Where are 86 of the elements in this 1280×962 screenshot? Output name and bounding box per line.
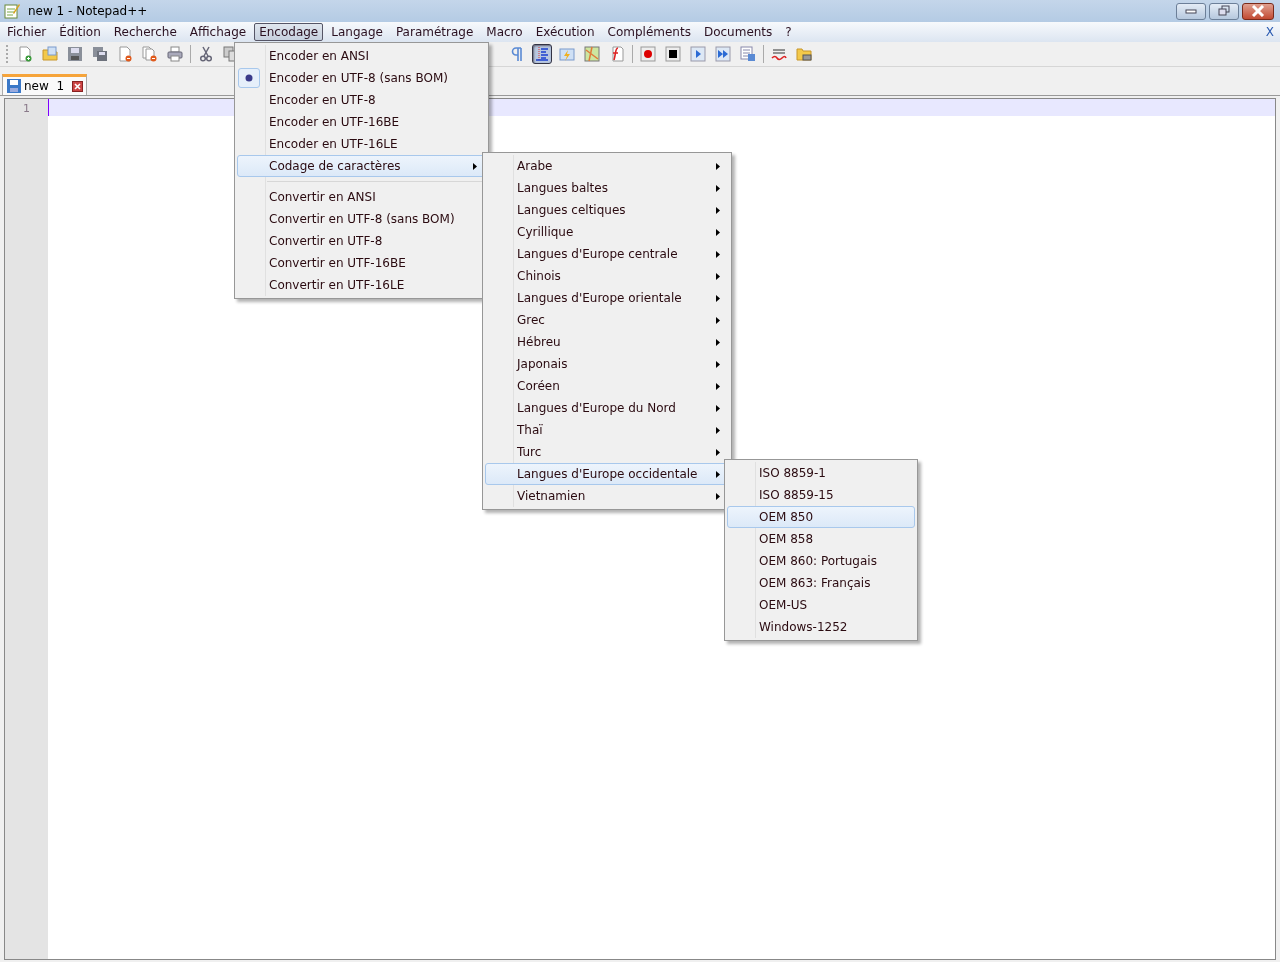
menu-item[interactable]: Convertir en UTF-16LE [237, 274, 486, 296]
submenu-arrow-icon [716, 272, 720, 280]
close-button[interactable] [1242, 2, 1274, 20]
radio-bullet-icon [238, 68, 260, 88]
menu-item[interactable]: Exécution [530, 23, 600, 41]
submenu-arrow-icon [716, 448, 720, 456]
menu-item[interactable]: Coréen [485, 375, 729, 397]
menu-item[interactable]: ? [780, 23, 797, 41]
submenu-arrow-icon [716, 492, 720, 500]
text-cursor [48, 99, 49, 116]
menu-item[interactable]: Turc [485, 441, 729, 463]
menu-item[interactable]: Thaï [485, 419, 729, 441]
menu-item[interactable]: Encoder en UTF-16LE [237, 133, 486, 155]
toolbar-grip[interactable] [6, 45, 10, 63]
submenu-arrow-icon [716, 206, 720, 214]
menu-item[interactable]: ISO 8859-15 [727, 484, 915, 506]
menu-item[interactable]: Convertir en ANSI [237, 186, 486, 208]
fast-forward-icon[interactable] [713, 44, 733, 64]
word-wrap-icon[interactable] [532, 44, 552, 64]
menu-item[interactable]: Affichage [184, 23, 252, 41]
floppy-disks-icon[interactable] [90, 44, 110, 64]
menu-item[interactable]: Encoder en UTF-8 (sans BOM) [237, 67, 486, 89]
submenu-arrow-icon [716, 360, 720, 368]
menu-item[interactable]: OEM 860: Portugais [727, 550, 915, 572]
restore-button[interactable] [1209, 2, 1239, 20]
submenu-arrow-icon [716, 294, 720, 302]
submenu-arrow-icon [473, 162, 477, 170]
menu-item[interactable]: Langues d'Europe du Nord [485, 397, 729, 419]
menu-item[interactable]: Langues baltes [485, 177, 729, 199]
line-number: 1 [22, 101, 31, 116]
menu-item[interactable]: OEM-US [727, 594, 915, 616]
menu-item[interactable]: Langues d'Europe orientale [485, 287, 729, 309]
menu-item[interactable]: OEM 850 [727, 506, 915, 528]
menu-item[interactable]: Langage [326, 23, 388, 41]
menu-item[interactable]: Hébreu [485, 331, 729, 353]
menu-item[interactable]: Convertir en UTF-8 (sans BOM) [237, 208, 486, 230]
menu-item[interactable]: Japonais [485, 353, 729, 375]
menu-item[interactable]: Encoder en ANSI [237, 45, 486, 67]
tab-label: new 1 [24, 79, 65, 93]
record-icon[interactable] [638, 44, 658, 64]
menu-item[interactable]: Grec [485, 309, 729, 331]
restore-icon [1218, 5, 1230, 17]
menu-item[interactable]: Fichier [2, 23, 52, 41]
play-icon[interactable] [688, 44, 708, 64]
map-icon[interactable] [582, 44, 602, 64]
submenu-arrow-icon [716, 470, 720, 478]
submenu-arrow-icon [716, 426, 720, 434]
menu-item[interactable]: Cyrillique [485, 221, 729, 243]
menu-item[interactable]: Langues celtiques [485, 199, 729, 221]
menu-item[interactable]: Macro [481, 23, 528, 41]
notepad-icon [4, 3, 20, 19]
close-document-button[interactable]: X [1265, 25, 1274, 39]
minimize-icon [1185, 8, 1197, 14]
minimize-button[interactable] [1176, 2, 1206, 20]
stop-icon[interactable] [663, 44, 683, 64]
menu-item[interactable]: Édition [54, 23, 106, 41]
document-tab[interactable]: new 1 [2, 74, 88, 95]
menu-item[interactable]: Arabe [485, 155, 729, 177]
save-list-icon[interactable] [738, 44, 758, 64]
submenu-arrow-icon [716, 250, 720, 258]
menu-item[interactable]: OEM 858 [727, 528, 915, 550]
menu-item[interactable]: Convertir en UTF-8 [237, 230, 486, 252]
menu-item[interactable]: Encoder en UTF-16BE [237, 111, 486, 133]
printer-icon[interactable] [165, 44, 185, 64]
menu-item[interactable]: Paramétrage [390, 23, 479, 41]
submenu-arrow-icon [716, 338, 720, 346]
menu-item[interactable]: Recherche [108, 23, 182, 41]
menu-item[interactable]: Encodage [254, 23, 324, 41]
submenu-arrow-icon [716, 316, 720, 324]
menu-item[interactable]: Compléments [602, 23, 696, 41]
submenu-arrow-icon [716, 382, 720, 390]
window-title: new 1 - Notepad++ [28, 4, 148, 18]
menu-item[interactable]: Documents [698, 23, 778, 41]
menu-item[interactable]: Windows-1252 [727, 616, 915, 638]
submenu-arrow-icon [716, 404, 720, 412]
submenu-arrow-icon [716, 184, 720, 192]
submenu-arrow-icon [716, 162, 720, 170]
menu-item[interactable]: Langues d'Europe centrale [485, 243, 729, 265]
menu-item[interactable]: OEM 863: Français [727, 572, 915, 594]
submenu-arrow-icon [716, 228, 720, 236]
folder-icon[interactable] [40, 44, 60, 64]
menu-item[interactable]: Convertir en UTF-16BE [237, 252, 486, 274]
close-tab-button[interactable] [72, 80, 84, 92]
close-icon [1251, 5, 1265, 17]
menu-item[interactable]: ISO 8859-1 [727, 462, 915, 484]
menu-item[interactable]: Chinois [485, 265, 729, 287]
